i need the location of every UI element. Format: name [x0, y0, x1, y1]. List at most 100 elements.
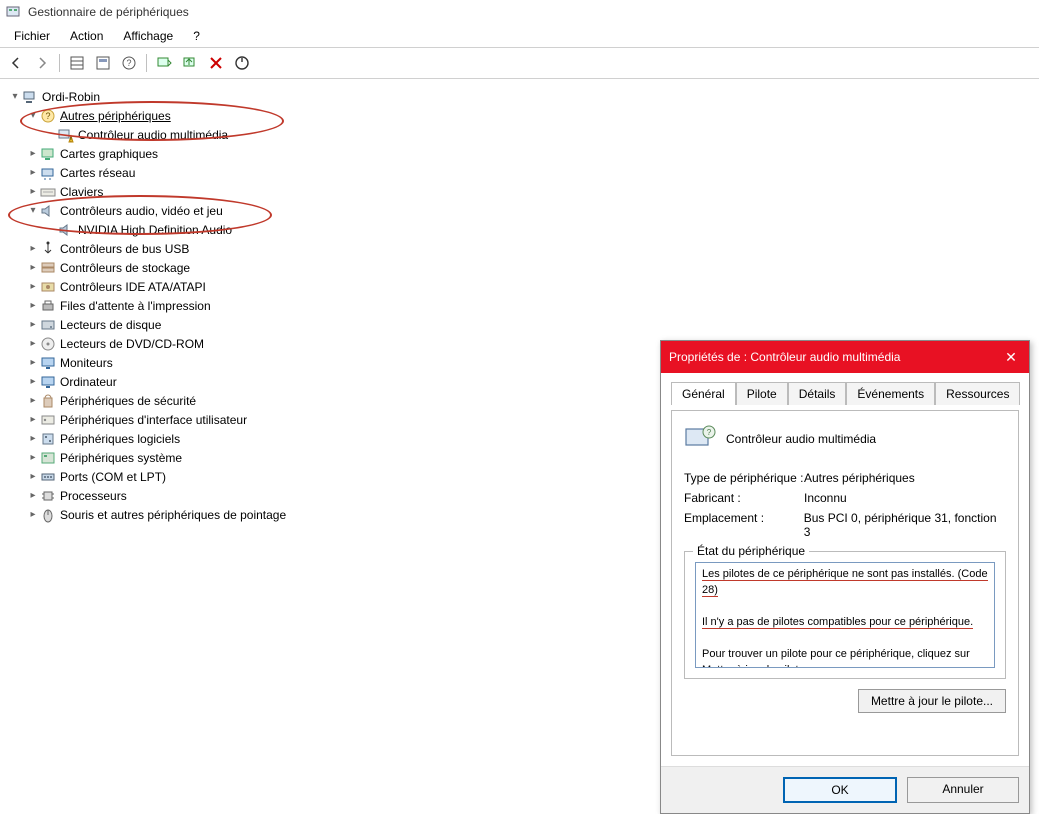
software-device-icon: [40, 431, 56, 447]
menu-file[interactable]: Fichier: [4, 25, 60, 47]
computer-icon: [40, 374, 56, 390]
tree-category[interactable]: ▸Cartes réseau: [4, 163, 1035, 182]
disable-button[interactable]: [230, 51, 254, 75]
menu-action[interactable]: Action: [60, 25, 113, 47]
ok-button[interactable]: OK: [783, 777, 897, 803]
expand-toggle[interactable]: ▾: [26, 110, 40, 121]
expand-toggle[interactable]: ▸: [26, 357, 40, 368]
expand-toggle[interactable]: ▸: [26, 186, 40, 197]
uninstall-button[interactable]: [204, 51, 228, 75]
expand-toggle[interactable]: ▸: [26, 281, 40, 292]
tree-category[interactable]: ▸ Contrôleurs de stockage: [4, 258, 1035, 277]
tree-category[interactable]: ▸Files d'attente à l'impression: [4, 296, 1035, 315]
tab-strip: Général Pilote Détails Événements Ressou…: [671, 381, 1019, 404]
cancel-button[interactable]: Annuler: [907, 777, 1019, 803]
expand-toggle[interactable]: ▸: [26, 148, 40, 159]
expand-toggle[interactable]: ▸: [26, 262, 40, 273]
update-driver-button[interactable]: Mettre à jour le pilote...: [858, 689, 1006, 713]
dialog-title: Propriétés de : Contrôleur audio multimé…: [669, 350, 1001, 364]
disk-icon: [40, 317, 56, 333]
tree-label: Contrôleurs audio, vidéo et jeu: [60, 204, 223, 218]
tree-label: NVIDIA High Definition Audio: [78, 223, 232, 237]
expand-toggle[interactable]: ▸: [26, 376, 40, 387]
tree-category[interactable]: ▸ Contrôleurs IDE ATA/ATAPI: [4, 277, 1035, 296]
device-status-text[interactable]: Les pilotes de ce périphérique ne sont p…: [695, 562, 995, 668]
properties-dialog: Propriétés de : Contrôleur audio multimé…: [660, 340, 1030, 814]
tree-category[interactable]: ▾ ? Autres périphériques: [4, 106, 1035, 125]
security-device-icon: [40, 393, 56, 409]
tab-events[interactable]: Événements: [846, 382, 935, 405]
tree-label: Souris et autres périphériques de pointa…: [60, 508, 286, 522]
speaker-icon: [40, 203, 56, 219]
update-driver-button[interactable]: [178, 51, 202, 75]
expand-toggle[interactable]: ▾: [8, 91, 22, 102]
expand-toggle[interactable]: ▸: [26, 471, 40, 482]
tree-category[interactable]: ▸ Contrôleurs de bus USB: [4, 239, 1035, 258]
properties-button[interactable]: [91, 51, 115, 75]
tab-driver[interactable]: Pilote: [736, 382, 788, 405]
tree-label: Lecteurs de DVD/CD-ROM: [60, 337, 204, 351]
forward-button[interactable]: [30, 51, 54, 75]
ports-icon: [40, 469, 56, 485]
expand-toggle[interactable]: ▸: [26, 490, 40, 501]
tree-label: Ordinateur: [60, 375, 117, 389]
expand-toggle[interactable]: ▸: [26, 395, 40, 406]
expand-toggle[interactable]: ▸: [26, 414, 40, 425]
expand-placeholder: ·: [44, 224, 58, 235]
label-location: Emplacement :: [684, 511, 804, 539]
mouse-icon: [40, 507, 56, 523]
tree-label: Autres périphériques: [60, 109, 171, 123]
status-line-2: Il n'y a pas de pilotes compatibles pour…: [702, 616, 973, 629]
close-button[interactable]: ✕: [1001, 347, 1021, 367]
value-type: Autres périphériques: [804, 471, 915, 485]
show-hidden-button[interactable]: [65, 51, 89, 75]
tree-label: Contrôleurs de bus USB: [60, 242, 189, 256]
menu-view[interactable]: Affichage: [113, 25, 183, 47]
tree-category[interactable]: ▸Cartes graphiques: [4, 144, 1035, 163]
expand-toggle[interactable]: ▸: [26, 338, 40, 349]
dialog-body: Général Pilote Détails Événements Ressou…: [661, 373, 1029, 766]
tree-category[interactable]: ▸Lecteurs de disque: [4, 315, 1035, 334]
network-adapter-icon: [40, 165, 56, 181]
back-button[interactable]: [4, 51, 28, 75]
tab-resources[interactable]: Ressources: [935, 382, 1020, 405]
hid-icon: [40, 412, 56, 428]
dialog-title-bar[interactable]: Propriétés de : Contrôleur audio multimé…: [661, 341, 1029, 373]
tab-general[interactable]: Général: [671, 382, 736, 405]
expand-toggle[interactable]: ▸: [26, 433, 40, 444]
speaker-icon: [58, 222, 74, 238]
tree-label: Périphériques logiciels: [60, 432, 180, 446]
display-adapter-icon: [40, 146, 56, 162]
scan-hardware-button[interactable]: [152, 51, 176, 75]
tree-item-nvidia-hd[interactable]: · NVIDIA High Definition Audio: [4, 220, 1035, 239]
toolbar-separator: [146, 54, 147, 72]
expand-toggle[interactable]: ▸: [26, 243, 40, 254]
value-location: Bus PCI 0, périphérique 31, fonction 3: [804, 511, 1006, 539]
tree-label: Contrôleurs de stockage: [60, 261, 190, 275]
tab-details[interactable]: Détails: [788, 382, 847, 405]
label-vendor: Fabricant :: [684, 491, 804, 505]
tree-label: Processeurs: [60, 489, 127, 503]
printer-icon: [40, 298, 56, 314]
tree-item-mm-audio[interactable]: · ! Contrôleur audio multimédia: [4, 125, 1035, 144]
menu-help[interactable]: ?: [183, 25, 210, 47]
keyboard-icon: [40, 184, 56, 200]
tree-label: Ports (COM et LPT): [60, 470, 166, 484]
expand-toggle[interactable]: ▸: [26, 319, 40, 330]
expand-toggle[interactable]: ▸: [26, 167, 40, 178]
tree-label: Contrôleurs IDE ATA/ATAPI: [60, 280, 206, 294]
tree-root[interactable]: ▾ Ordi-Robin: [4, 87, 1035, 106]
expand-toggle[interactable]: ▸: [26, 509, 40, 520]
value-vendor: Inconnu: [804, 491, 847, 505]
expand-toggle[interactable]: ▾: [26, 205, 40, 216]
tree-category[interactable]: ▸ Claviers: [4, 182, 1035, 201]
device-header: ? Contrôleur audio multimédia: [684, 423, 1006, 455]
expand-toggle[interactable]: ▸: [26, 300, 40, 311]
warning-device-icon: !: [58, 127, 74, 143]
question-device-icon: ?: [40, 108, 56, 124]
usb-icon: [40, 241, 56, 257]
help-button[interactable]: ?: [117, 51, 141, 75]
tree-label: Claviers: [60, 185, 103, 199]
expand-toggle[interactable]: ▸: [26, 452, 40, 463]
tree-category[interactable]: ▾ Contrôleurs audio, vidéo et jeu: [4, 201, 1035, 220]
